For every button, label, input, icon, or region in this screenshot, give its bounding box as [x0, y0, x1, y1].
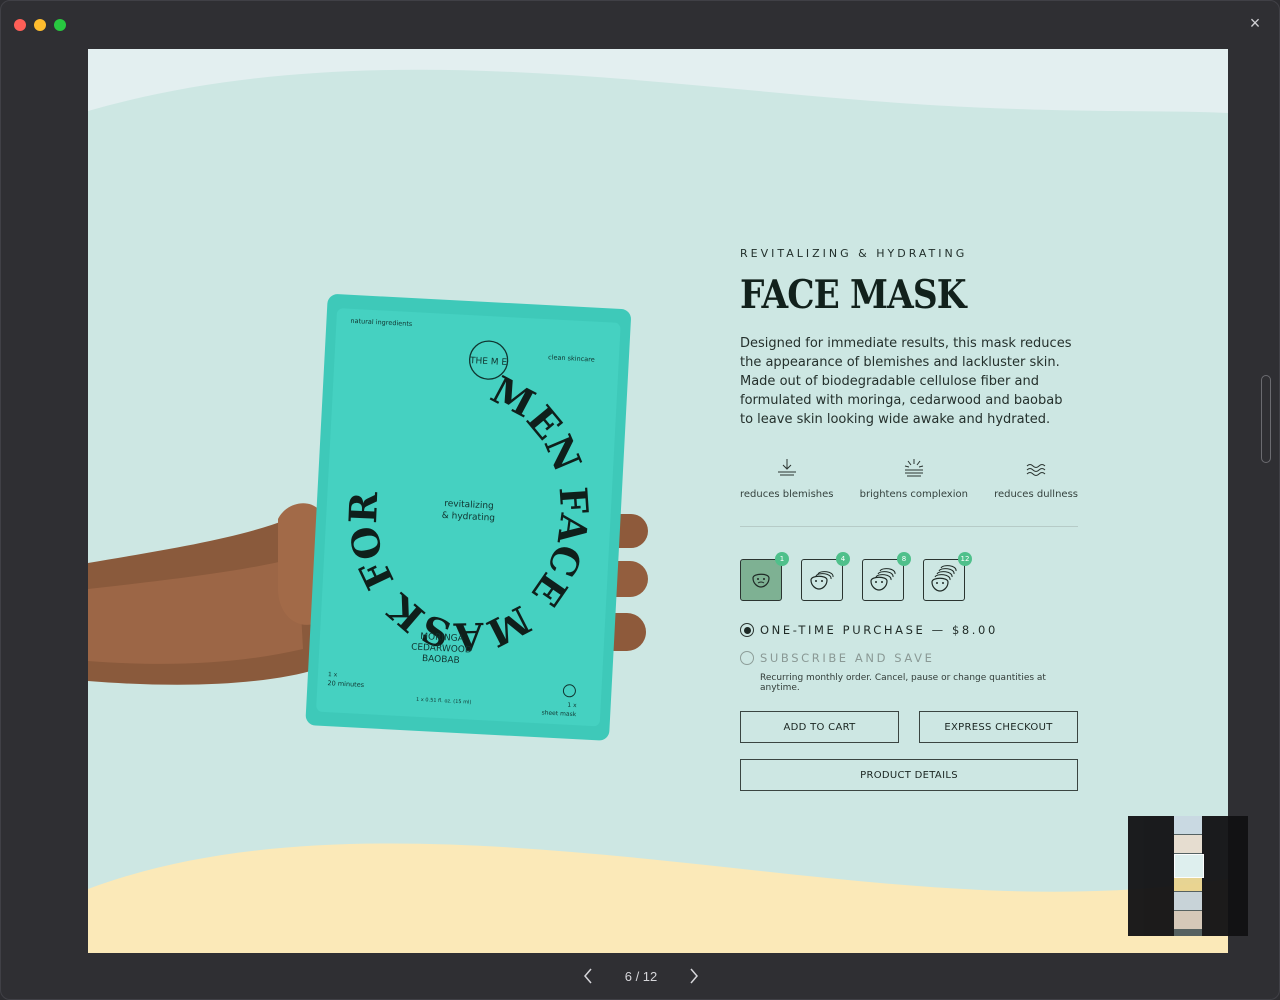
packet-logo: THE M E [469, 356, 508, 368]
cta-row: ADD TO CART EXPRESS CHECKOUT [740, 711, 1078, 743]
express-checkout-button[interactable]: EXPRESS CHECKOUT [919, 711, 1078, 743]
product-eyebrow: REVITALIZING & HYDRATING [740, 247, 968, 260]
pack-count-badge: 1 [775, 552, 789, 566]
next-page-button[interactable] [685, 967, 703, 985]
thumbnail-current[interactable] [1174, 854, 1204, 878]
subscribe-label: SUBSCRIBE AND SAVE [760, 651, 935, 665]
product-title: FACE MASK [740, 272, 967, 318]
product-details-button[interactable]: PRODUCT DETAILS [740, 759, 1078, 791]
pack-option-8[interactable]: 8 [862, 552, 911, 601]
benefits-row: reduces blemishes brightens complexion r… [740, 457, 1078, 527]
one-time-label: ONE-TIME PURCHASE — $8.00 [760, 623, 998, 637]
pack-count-badge: 12 [958, 552, 972, 566]
scrollbar[interactable] [1261, 375, 1271, 463]
pack-count-badge: 4 [836, 552, 850, 566]
benefit-brightens: brightens complexion [860, 457, 968, 500]
one-time-purchase-option[interactable]: ONE-TIME PURCHASE — $8.00 [740, 623, 1078, 637]
benefit-blemishes: reduces blemishes [740, 457, 833, 500]
product-description: Designed for immediate results, this mas… [740, 336, 1072, 427]
add-to-cart-button[interactable]: ADD TO CART [740, 711, 899, 743]
previous-page-button[interactable] [579, 967, 597, 985]
close-icon[interactable]: × [1247, 14, 1263, 32]
thumbnail-navigator[interactable] [1128, 816, 1248, 936]
face-mask-icon [752, 573, 770, 588]
packet-ingredient-3: BAOBAB [422, 654, 460, 666]
pack-size-selector: 1 4 8 12 [740, 552, 1078, 601]
product-panel: REVITALIZING & HYDRATING FACE MASK Desig… [740, 247, 1078, 791]
subscribe-note: Recurring monthly order. Cancel, pause o… [760, 673, 1046, 693]
window-controls [14, 19, 66, 31]
arrow-down-icon [777, 459, 796, 476]
benefit-label: reduces dullness [994, 489, 1078, 500]
maximize-window-button[interactable] [54, 19, 66, 31]
chevron-left-icon [583, 968, 592, 984]
viewer-window: × THE M E natural ingredients clean skin… [0, 0, 1280, 1000]
subscribe-option[interactable]: SUBSCRIBE AND SAVE [740, 651, 1078, 665]
slide-image: THE M E natural ingredients clean skinca… [88, 49, 1228, 953]
pack-count-badge: 8 [897, 552, 911, 566]
sunburst-icon [904, 459, 923, 477]
face-mask-stack-icon [931, 565, 957, 592]
minimize-window-button[interactable] [34, 19, 46, 31]
close-window-button[interactable] [14, 19, 26, 31]
pack-option-1[interactable]: 1 [740, 552, 789, 601]
product-photo: THE M E natural ingredients clean skinca… [88, 294, 648, 741]
packet-bottom-right-1: 1 x [567, 702, 577, 709]
benefit-label: brightens complexion [859, 489, 968, 500]
face-mask-stack-icon [810, 571, 834, 590]
chevron-right-icon [690, 968, 699, 984]
waves-icon [1026, 464, 1046, 476]
pack-option-12[interactable]: 12 [923, 552, 972, 601]
page-indicator: 6 / 12 [624, 968, 658, 984]
benefit-label: reduces blemishes [740, 489, 834, 500]
radio-unselected[interactable] [740, 651, 754, 665]
radio-selected[interactable] [740, 623, 754, 637]
pagination: 6 / 12 [1, 967, 1280, 985]
packet-bottom-left-1: 1 x [328, 671, 338, 678]
face-mask-stack-icon [870, 568, 896, 591]
benefit-dullness: reduces dullness [994, 457, 1078, 500]
pack-option-4[interactable]: 4 [801, 552, 850, 601]
